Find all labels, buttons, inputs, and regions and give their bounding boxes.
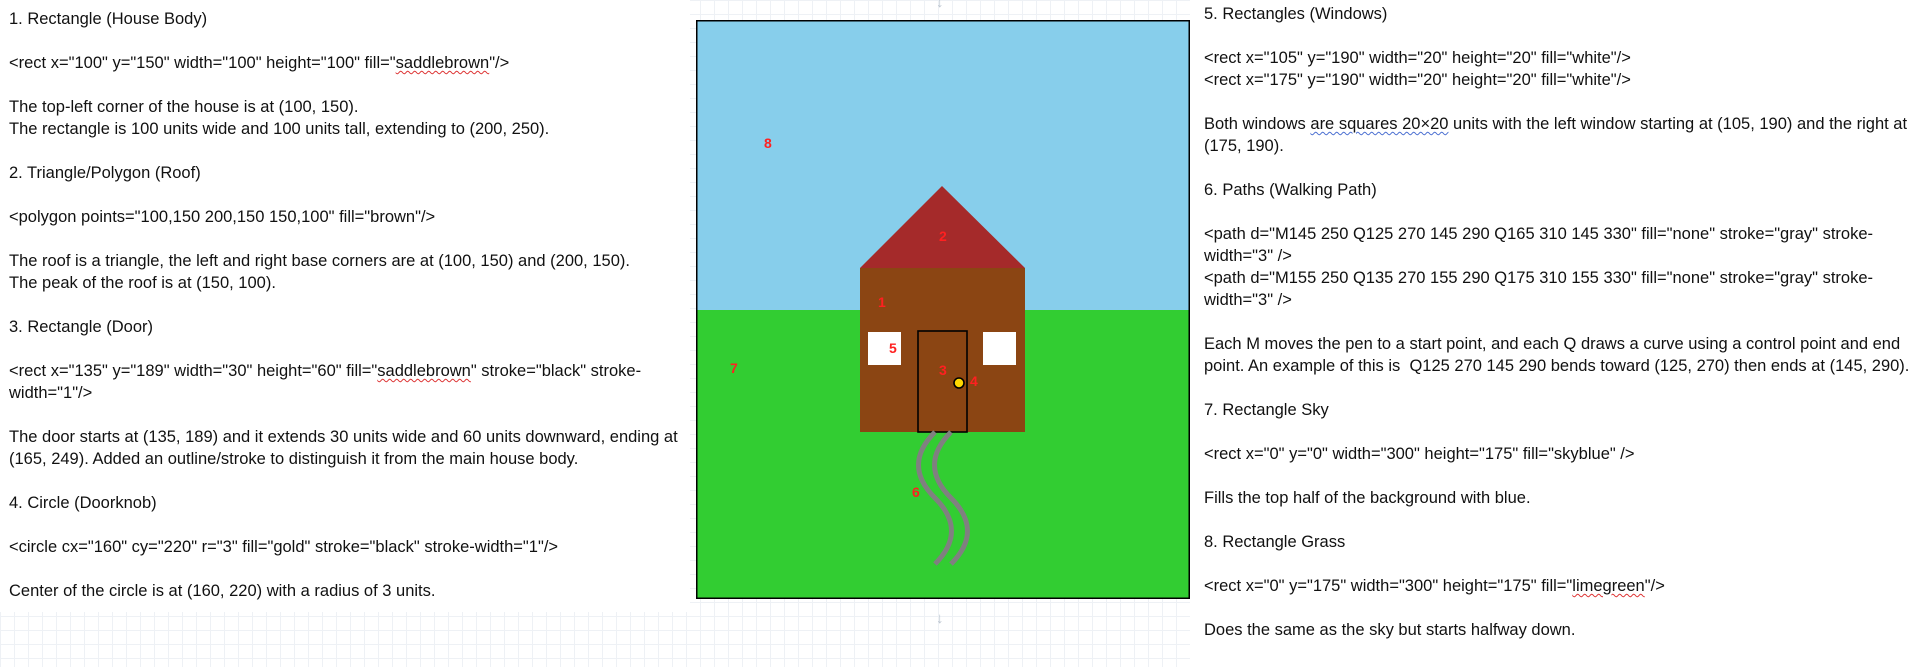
- code-text: "/>: [1644, 577, 1665, 595]
- spellcheck-word[interactable]: saddlebrown: [377, 362, 471, 380]
- description-line: The roof is a triangle, the left and rig…: [9, 252, 630, 270]
- right-window: [983, 332, 1016, 365]
- code-line: <rect x="175" y="190" width="20" height=…: [1204, 71, 1631, 89]
- code-text: <rect x="100" y="150" width="100" height…: [9, 54, 396, 72]
- code-line: <path d="M155 250 Q135 270 155 290 Q175 …: [1204, 269, 1874, 309]
- doorknob: [953, 377, 965, 389]
- code-line: <path d="M145 250 Q125 270 145 290 Q165 …: [1204, 225, 1874, 265]
- section-7-code: <rect x="0" y="0" width="300" height="17…: [1204, 445, 1635, 463]
- spellcheck-word[interactable]: saddlebrown: [396, 54, 490, 72]
- section-3-code: <rect x="135" y="189" width="30" height=…: [9, 360, 690, 404]
- section-6-title: 6. Paths (Walking Path): [1204, 181, 1377, 199]
- description-line: The rectangle is 100 units wide and 100 …: [9, 120, 550, 138]
- code-text: "/>: [489, 54, 510, 72]
- section-5-code: <rect x="105" y="190" width="20" height=…: [1204, 47, 1910, 91]
- arrow-down-icon: ↓: [936, 0, 944, 11]
- spellcheck-word[interactable]: limegreen: [1572, 577, 1644, 595]
- left-notes-column: 1. Rectangle (House Body) <rect x="100" …: [0, 0, 690, 612]
- section-6-description: Each M moves the pen to a start point, a…: [1204, 335, 1910, 375]
- shape-label-6: 6: [912, 484, 920, 500]
- section-8-title: 8. Rectangle Grass: [1204, 533, 1346, 551]
- section-8-description: Does the same as the sky but starts half…: [1204, 621, 1576, 639]
- shape-label-5: 5: [889, 340, 897, 356]
- shape-label-2: 2: [939, 228, 947, 244]
- section-7-description: Fills the top half of the background wit…: [1204, 489, 1531, 507]
- section-1-title: 1. Rectangle (House Body): [9, 10, 208, 28]
- section-1-code: <rect x="100" y="150" width="100" height…: [9, 52, 690, 74]
- section-3-description: The door starts at (135, 189) and it ext…: [9, 428, 683, 468]
- section-5-description: Both windows are squares 20×20 units wit…: [1204, 113, 1910, 157]
- section-8-code: <rect x="0" y="175" width="300" height="…: [1204, 575, 1910, 597]
- code-text: <rect x="135" y="189" width="30" height=…: [9, 362, 378, 380]
- description-line: The peak of the roof is at (150, 100).: [9, 274, 276, 292]
- section-4-title: 4. Circle (Doorknob): [9, 494, 157, 512]
- section-7-title: 7. Rectangle Sky: [1204, 401, 1329, 419]
- section-5-title: 5. Rectangles (Windows): [1204, 5, 1388, 23]
- section-2-code: <polygon points="100,150 200,150 150,100…: [9, 208, 436, 226]
- section-2-title: 2. Triangle/Polygon (Roof): [9, 164, 201, 182]
- section-3-title: 3. Rectangle (Door): [9, 318, 153, 336]
- right-notes-column: 5. Rectangles (Windows) <rect x="105" y=…: [1190, 0, 1910, 667]
- arrow-down-icon: ↓: [936, 610, 944, 627]
- house-drawing-canvas[interactable]: 1 2 3 4 5 6 7 8: [696, 20, 1190, 599]
- section-2-description: The roof is a triangle, the left and rig…: [9, 250, 690, 294]
- section-4-code: <circle cx="160" cy="220" r="3" fill="go…: [9, 538, 559, 556]
- code-text: <rect x="0" y="175" width="300" height="…: [1204, 577, 1573, 595]
- description-text: Both windows: [1204, 115, 1311, 133]
- shape-label-1: 1: [878, 294, 886, 310]
- shape-label-8: 8: [764, 135, 772, 151]
- section-4-description: Center of the circle is at (160, 220) wi…: [9, 582, 436, 600]
- description-line: The top-left corner of the house is at (…: [9, 98, 359, 116]
- code-line: <rect x="105" y="190" width="20" height=…: [1204, 49, 1631, 67]
- section-6-code: <path d="M145 250 Q125 270 145 290 Q165 …: [1204, 223, 1910, 311]
- section-1-description: The top-left corner of the house is at (…: [9, 96, 690, 140]
- shape-label-3: 3: [939, 362, 947, 378]
- grammar-check-phrase[interactable]: are squares 20×20: [1310, 115, 1448, 133]
- shape-label-7: 7: [730, 360, 738, 376]
- shape-label-4: 4: [970, 373, 978, 389]
